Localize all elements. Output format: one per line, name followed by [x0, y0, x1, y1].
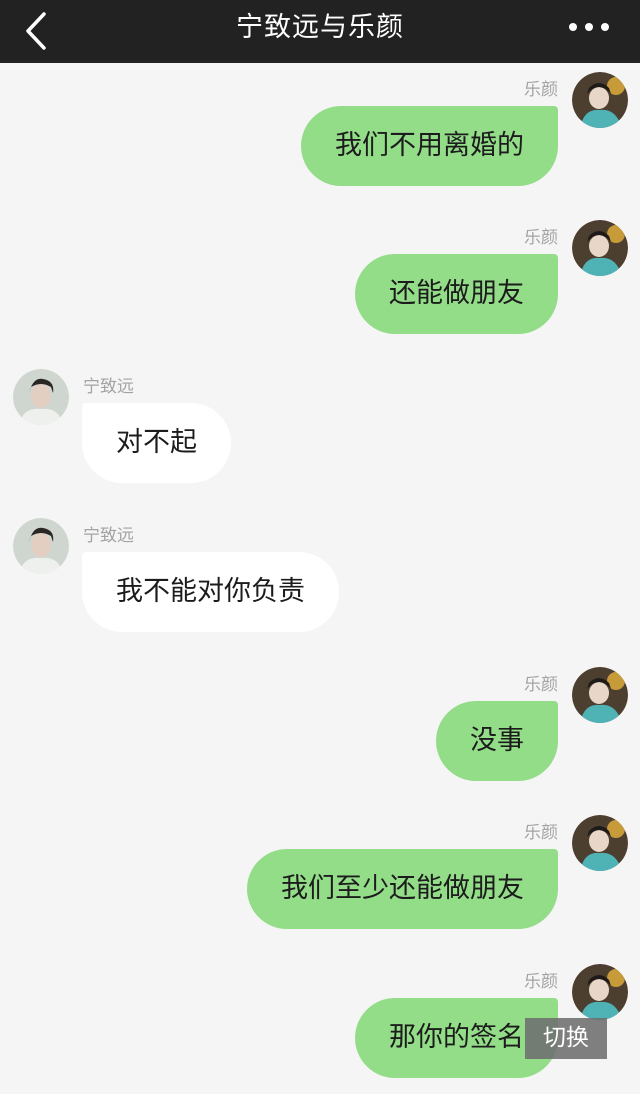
chat-title: 宁致远与乐颜 [236, 12, 404, 43]
message-bubble[interactable]: 我不能对你负责 [82, 552, 339, 632]
avatar[interactable] [572, 964, 628, 1020]
message-bubble[interactable]: 没事 [436, 701, 558, 781]
message-row: 乐颜 没事 [0, 659, 640, 809]
ellipsis-icon [569, 23, 609, 31]
message-row: 乐颜 还能做朋友 [0, 212, 640, 362]
sender-name: 乐颜 [524, 972, 558, 992]
sender-name: 宁致远 [83, 377, 134, 397]
message-bubble[interactable]: 我们不用离婚的 [301, 106, 558, 186]
avatar[interactable] [572, 220, 628, 276]
more-button[interactable] [564, 12, 614, 42]
avatar[interactable] [572, 815, 628, 871]
nav-bar: 宁致远与乐颜 [0, 0, 640, 63]
message-row: 宁致远 我不能对你负责 [0, 510, 640, 660]
avatar[interactable] [13, 518, 69, 574]
avatar[interactable] [13, 369, 69, 425]
message-row: 乐颜 我们至少还能做朋友 [0, 807, 640, 957]
sender-name: 乐颜 [524, 228, 558, 248]
message-bubble[interactable]: 还能做朋友 [355, 254, 558, 334]
message-row: 宁致远 对不起 [0, 361, 640, 511]
message-bubble[interactable]: 我们至少还能做朋友 [247, 849, 558, 929]
message-row: 乐颜 我们不用离婚的 [0, 64, 640, 214]
switch-button[interactable]: 切换 [525, 1018, 607, 1059]
sender-name: 乐颜 [524, 823, 558, 843]
sender-name: 宁致远 [83, 526, 134, 546]
sender-name: 乐颜 [524, 675, 558, 695]
message-bubble[interactable]: 对不起 [82, 403, 231, 483]
avatar[interactable] [572, 72, 628, 128]
avatar[interactable] [572, 667, 628, 723]
sender-name: 乐颜 [524, 80, 558, 100]
